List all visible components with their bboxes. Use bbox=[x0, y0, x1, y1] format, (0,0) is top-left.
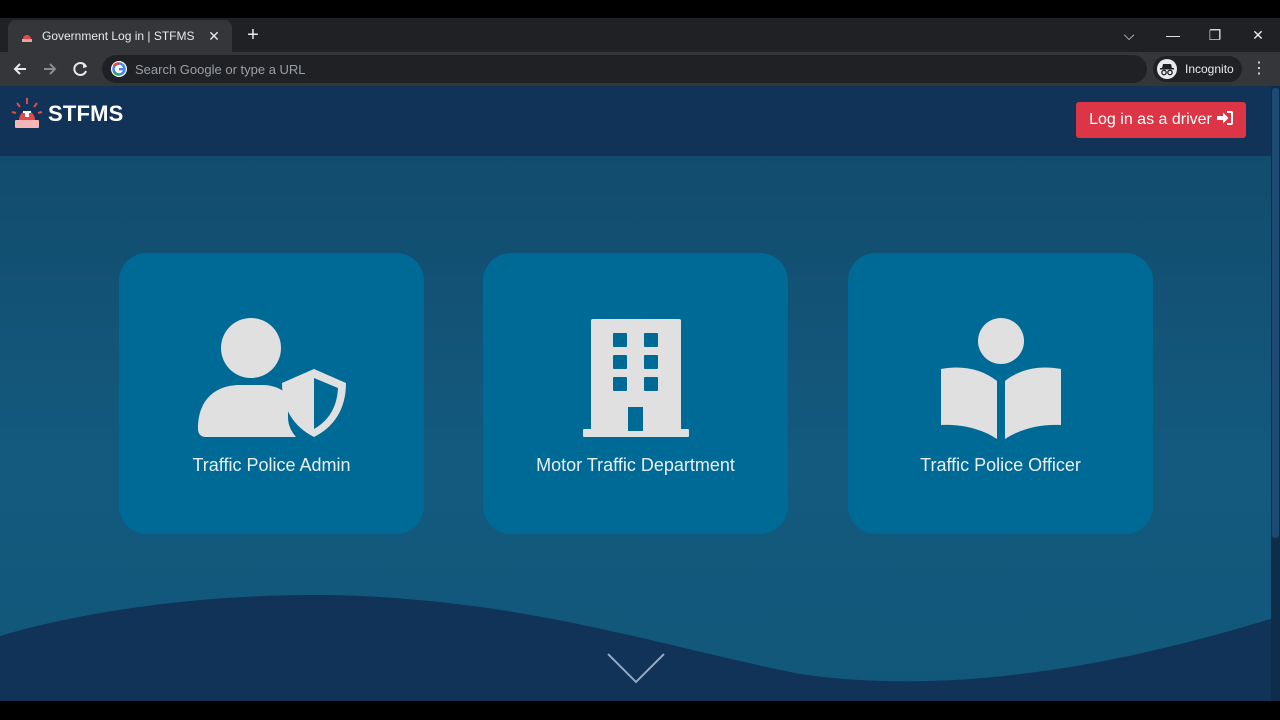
forward-button[interactable] bbox=[37, 56, 63, 82]
user-shield-icon bbox=[196, 317, 348, 444]
incognito-label: Incognito bbox=[1185, 62, 1234, 76]
chevron-down-icon[interactable] bbox=[606, 652, 666, 684]
arrow-left-icon bbox=[13, 63, 26, 75]
card-label: Motor Traffic Department bbox=[536, 455, 735, 475]
book-reader-icon bbox=[940, 317, 1062, 444]
google-icon bbox=[111, 61, 127, 77]
omnibox[interactable] bbox=[102, 55, 1147, 83]
reload-icon bbox=[73, 62, 87, 76]
page-scrollbar[interactable] bbox=[1271, 86, 1280, 701]
window-close-button[interactable]: ✕ bbox=[1243, 22, 1273, 48]
incognito-icon bbox=[1157, 59, 1177, 79]
siren-favicon-icon bbox=[20, 29, 34, 43]
minimize-button[interactable]: — bbox=[1158, 22, 1188, 48]
card-traffic-police-admin[interactable]: Traffic Police Admin bbox=[119, 253, 424, 534]
tab-search-button[interactable]: ⌵ bbox=[1114, 22, 1144, 48]
brand-name: STFMS bbox=[48, 101, 124, 126]
siren-logo-icon bbox=[10, 96, 44, 132]
browser-menu-button[interactable]: ⋮ bbox=[1250, 56, 1268, 82]
driver-login-button[interactable]: Log in as a driver bbox=[1076, 102, 1246, 138]
tab-title: Government Log in | STFMS bbox=[42, 29, 195, 43]
browser-toolbar: Incognito ⋮ bbox=[0, 52, 1280, 86]
site-header: STFMS Log in as a driver bbox=[0, 86, 1280, 156]
building-icon bbox=[582, 317, 689, 444]
new-tab-button[interactable]: + bbox=[241, 24, 265, 48]
card-motor-traffic-department[interactable]: Motor Traffic Department bbox=[483, 253, 788, 534]
page-content: STFMS Log in as a driver Traffic Police … bbox=[0, 86, 1280, 701]
back-button[interactable] bbox=[7, 56, 33, 82]
card-traffic-police-officer[interactable]: Traffic Police Officer bbox=[848, 253, 1153, 534]
browser-tab[interactable]: Government Log in | STFMS ✕ bbox=[8, 20, 232, 52]
letterbox-top bbox=[0, 0, 1280, 18]
sign-in-icon bbox=[1216, 110, 1233, 130]
restore-button[interactable]: ❐ bbox=[1200, 22, 1230, 48]
reload-button[interactable] bbox=[68, 56, 94, 82]
arrow-right-icon bbox=[44, 63, 57, 75]
brand[interactable]: STFMS bbox=[10, 96, 124, 132]
letterbox-bottom bbox=[0, 701, 1280, 720]
url-input[interactable] bbox=[135, 61, 1115, 77]
card-label: Traffic Police Admin bbox=[192, 455, 351, 475]
incognito-profile-button[interactable]: Incognito bbox=[1153, 56, 1242, 82]
scrollbar-thumb[interactable] bbox=[1272, 88, 1279, 538]
driver-login-label: Log in as a driver bbox=[1089, 111, 1212, 128]
tab-close-icon[interactable]: ✕ bbox=[206, 28, 222, 45]
card-label: Traffic Police Officer bbox=[920, 455, 1081, 475]
browser-tabstrip: Government Log in | STFMS ✕ + ⌵ — ❐ ✕ bbox=[0, 18, 1280, 52]
